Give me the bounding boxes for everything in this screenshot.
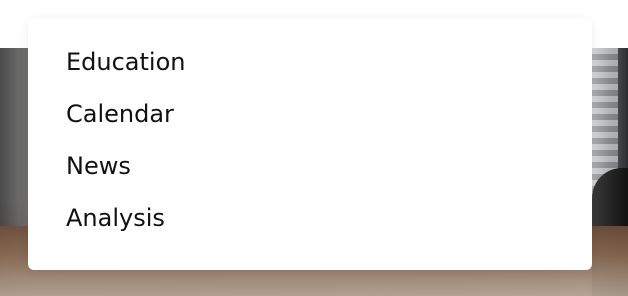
menu-item-calendar[interactable]: Calendar — [28, 88, 592, 140]
dropdown-menu: Education Calendar News Analysis — [28, 18, 592, 270]
menu-item-education[interactable]: Education — [28, 36, 592, 88]
menu-item-news[interactable]: News — [28, 140, 592, 192]
menu-list: Education Calendar News Analysis — [28, 36, 592, 244]
menu-item-analysis[interactable]: Analysis — [28, 192, 592, 244]
